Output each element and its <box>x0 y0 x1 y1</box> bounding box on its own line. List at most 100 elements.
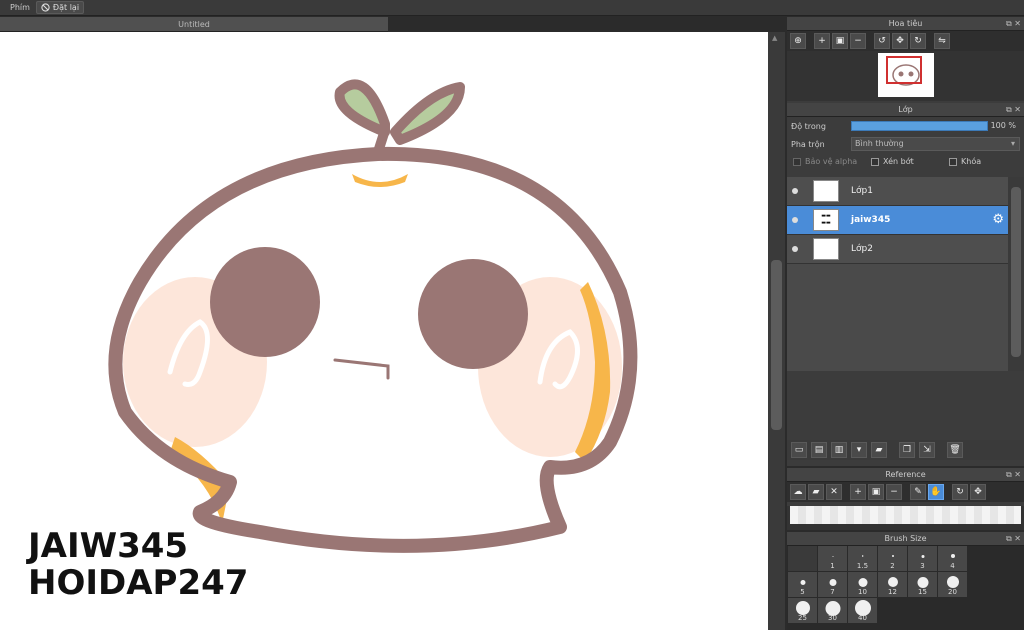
layer-item[interactable]: Lớp1 <box>787 177 1008 206</box>
document-tab[interactable]: Untitled <box>0 17 388 32</box>
zoom-in-icon[interactable]: + <box>850 484 866 500</box>
brush-size-option[interactable]: 20 <box>938 572 967 597</box>
fit-window-icon[interactable]: ✥ <box>892 33 908 49</box>
navigator-preview[interactable] <box>787 51 1024 101</box>
zoom-actual-icon[interactable]: ▣ <box>832 33 848 49</box>
layer-thumbnail <box>813 180 839 202</box>
close-icon[interactable]: ✕ <box>826 484 842 500</box>
navigator-panel: Hoa tiêu ⧉ ✕ ⊕ + ▣ − ↺ ✥ ↻ ⇋ <box>787 17 1024 103</box>
brush-size-option[interactable]: 4 <box>938 546 967 571</box>
panel-controls-icon[interactable]: ⧉ ✕ <box>1006 468 1021 482</box>
layer-name: jaiw345 <box>851 215 891 225</box>
brush-size-option[interactable]: 30 <box>818 598 847 623</box>
viewport-rect[interactable] <box>886 56 922 84</box>
brush-size-label: 12 <box>888 588 897 596</box>
brush-size-option[interactable]: 7 <box>818 572 847 597</box>
brush-size-option[interactable]: 15 <box>908 572 937 597</box>
leaf-left <box>334 79 390 137</box>
canvas-artwork: JAIW345 HOIDAP247 <box>26 79 638 603</box>
hand-icon[interactable]: ✋ <box>928 484 944 500</box>
brush-size-label: 4 <box>950 562 955 570</box>
shortcut-label: Phím <box>10 3 30 12</box>
top-accent <box>352 174 408 187</box>
brush-size-option[interactable]: 5 <box>788 572 817 597</box>
open-folder-icon[interactable]: ▰ <box>808 484 824 500</box>
visibility-icon[interactable] <box>792 188 798 194</box>
drawing-canvas[interactable]: JAIW345 HOIDAP247 <box>0 32 768 630</box>
rotate-left-icon[interactable]: ↺ <box>874 33 890 49</box>
new-halftone-layer-icon[interactable]: ▤ <box>811 442 827 458</box>
brush-size-option[interactable]: 12 <box>878 572 907 597</box>
brush-size-label: 1.5 <box>856 562 869 570</box>
panel-controls-icon[interactable]: ⧉ ✕ <box>1006 532 1021 546</box>
brush-size-option[interactable]: 25 <box>788 598 817 623</box>
brush-size-label: 3 <box>920 562 925 570</box>
reference-view[interactable] <box>787 506 1024 530</box>
brush-size-option[interactable]: 1.5 <box>848 546 877 571</box>
brush-size-label: 10 <box>858 588 867 596</box>
zoom-actual-icon[interactable]: ▣ <box>868 484 884 500</box>
brush-size-header: Brush Size ⧉ ✕ <box>787 532 1024 546</box>
brush-dot-icon <box>861 555 864 557</box>
brush-size-option[interactable]: 2 <box>878 546 907 571</box>
zoom-out-icon[interactable]: − <box>886 484 902 500</box>
brush-size-option[interactable]: 10 <box>848 572 877 597</box>
brush-dot-icon <box>829 578 836 586</box>
brush-size-panel: Brush Size ⧉ ✕ 1 1.5 2 3 4 5 7 10 12 15 20 25 30 40 <box>787 532 1024 630</box>
navigator-thumbnail <box>878 53 934 97</box>
visibility-icon[interactable] <box>792 217 798 223</box>
scroll-up-icon[interactable]: ▲ <box>772 34 777 42</box>
no-entry-icon <box>41 3 50 12</box>
zoom-out-icon[interactable]: − <box>850 33 866 49</box>
fit-window-icon[interactable]: ✥ <box>970 484 986 500</box>
brush-dot-icon <box>950 554 955 558</box>
brush-size-label: 5 <box>800 588 805 596</box>
panel-controls-icon[interactable]: ⧉ ✕ <box>1006 17 1021 31</box>
brush-size-option[interactable]: 40 <box>848 598 877 623</box>
navigator-toolbar: ⊕ + ▣ − ↺ ✥ ↻ ⇋ <box>787 31 1024 51</box>
reference-panel: Reference ⧉ ✕ ☁ ▰ ✕ + ▣ − ✎ ✋ ↻ ✥ <box>787 468 1024 530</box>
zoom-fit-icon[interactable]: ⊕ <box>790 33 806 49</box>
rotate-right-icon[interactable]: ↻ <box>910 33 926 49</box>
brush-dot-icon <box>800 579 805 585</box>
layer-name: Lớp2 <box>851 244 873 254</box>
layer-toolbar: ▭ ▤ ▥ ▾ ▰ ❐ ⇲ 🗑 <box>787 440 1024 460</box>
merge-down-icon[interactable]: ⇲ <box>919 442 935 458</box>
brush-size-label: 25 <box>798 614 807 622</box>
layers-scrollbar[interactable] <box>1008 177 1024 371</box>
scroll-thumb[interactable] <box>771 260 782 430</box>
gear-icon[interactable]: ⚙ <box>992 212 1004 227</box>
right-eye <box>418 259 528 369</box>
new-text-layer-icon[interactable]: ▥ <box>831 442 847 458</box>
brush-size-option[interactable]: 3 <box>908 546 937 571</box>
navigator-title: Hoa tiêu <box>888 19 923 28</box>
brush-size-option[interactable]: 1 <box>818 546 847 571</box>
layer-thumbnail <box>813 238 839 260</box>
zoom-in-icon[interactable]: + <box>814 33 830 49</box>
layer-item[interactable]: Lớp2 <box>787 235 1008 264</box>
rotate-icon[interactable]: ↻ <box>952 484 968 500</box>
flip-icon[interactable]: ⇋ <box>934 33 950 49</box>
new-layer-icon[interactable]: ▭ <box>791 442 807 458</box>
add-layer-menu-icon[interactable]: ▾ <box>851 442 867 458</box>
brush-dot-icon <box>921 554 924 558</box>
reset-label: Đặt lại <box>52 3 80 12</box>
visibility-icon[interactable] <box>792 246 798 252</box>
reset-button[interactable]: Đặt lại <box>35 1 85 14</box>
brush-dot-icon <box>887 577 898 587</box>
folder-icon[interactable]: ▰ <box>871 442 887 458</box>
layer-thumbnail: ▬▬ ▬▬ <box>813 209 839 231</box>
layer-item-selected[interactable]: ▬▬ ▬▬ jaiw345 ⚙ <box>787 206 1008 235</box>
layers-scroll-thumb[interactable] <box>1011 187 1021 357</box>
leaf-right <box>390 82 465 145</box>
reference-title: Reference <box>885 470 926 479</box>
brush-size-label: 2 <box>890 562 895 570</box>
cloud-icon[interactable]: ☁ <box>790 484 806 500</box>
brush-size-empty <box>788 546 817 571</box>
reference-header: Reference ⧉ ✕ <box>787 468 1024 482</box>
duplicate-layer-icon[interactable]: ❐ <box>899 442 915 458</box>
canvas-scrollbar[interactable]: ▲ <box>768 32 785 630</box>
trash-icon[interactable]: 🗑 <box>947 442 963 458</box>
eyedropper-icon[interactable]: ✎ <box>910 484 926 500</box>
brush-dot-icon <box>891 555 894 557</box>
